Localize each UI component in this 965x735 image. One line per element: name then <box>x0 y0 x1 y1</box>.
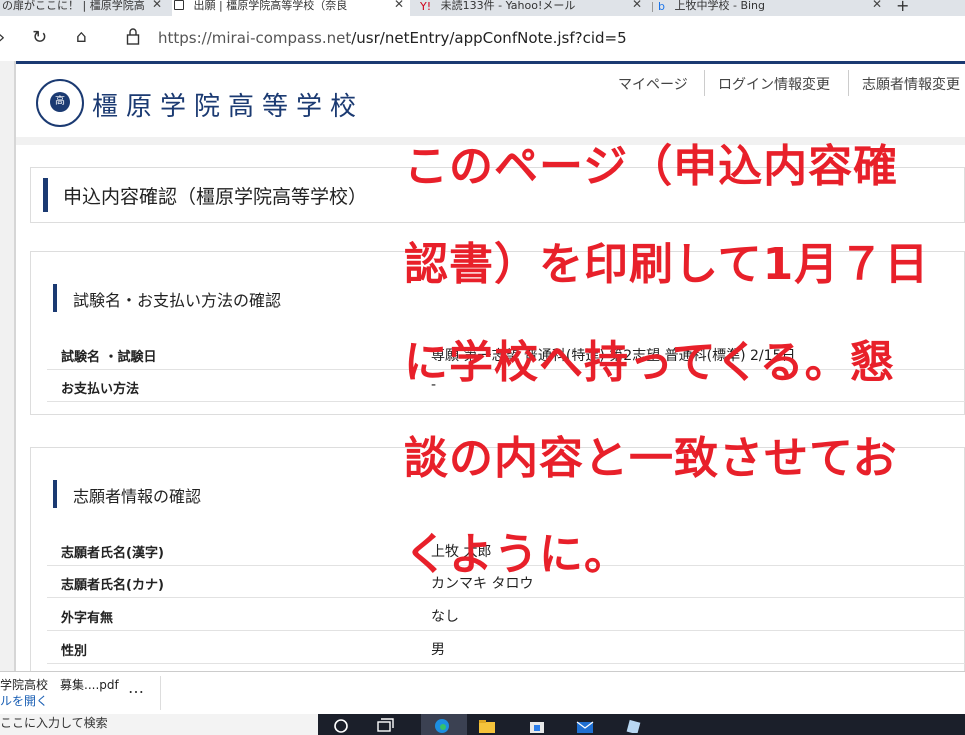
school-name: 橿原学院高等学校 <box>92 92 365 122</box>
section-title: 試験名・お支払い方法の確認 <box>73 291 282 310</box>
overlay-line: このページ（申込内容確 <box>404 141 899 192</box>
site-header: 高 橿原学院高等学校 マイページ ログイン情報変更 志願者情報変更 <box>16 61 965 137</box>
row-label: 志願者氏名(カナ) <box>61 578 164 593</box>
new-tab-button[interactable]: + <box>896 0 909 15</box>
store-icon[interactable] <box>528 716 546 733</box>
home-icon[interactable]: ⌂ <box>76 27 87 47</box>
forward-icon[interactable]: › <box>0 27 5 48</box>
url-path: /usr/netEntry/appConfNote.jsf?cid=5 <box>351 29 627 47</box>
download-open-link[interactable]: ルを開く <box>0 692 48 709</box>
school-logo[interactable]: 高 <box>36 79 84 127</box>
overlay-line: 認書）を印刷して1月７日 <box>404 239 930 290</box>
close-icon[interactable]: ✕ <box>872 0 882 10</box>
row-label: 志願者氏名(漢字) <box>61 546 164 561</box>
task-view-icon[interactable] <box>376 716 394 733</box>
file-explorer-icon[interactable] <box>478 716 496 733</box>
close-icon[interactable]: ✕ <box>394 0 404 10</box>
notes-icon[interactable] <box>624 716 642 735</box>
browser-tab[interactable]: Y! 未読133件 - Yahoo!メール ✕ <box>418 0 648 16</box>
tab-title: の扉がここに！ | 橿原学院高 <box>2 0 145 12</box>
overlay-line: くように。 <box>404 529 629 580</box>
nav-login-change[interactable]: ログイン情報変更 <box>718 74 830 94</box>
yahoo-icon: Y! <box>420 0 432 13</box>
table-row: 外字有無 なし <box>47 599 965 631</box>
nav-divider <box>848 70 849 96</box>
refresh-icon[interactable]: ↻ <box>32 27 47 48</box>
tab-title: 上牧中学校 - Bing <box>674 0 766 12</box>
tab-title: 未読133件 - Yahoo!メール <box>440 0 576 12</box>
row-label: 性別 <box>61 644 88 659</box>
row-label: お支払い方法 <box>61 382 140 397</box>
tab-title: 出願 | 橿原学院高等学校（奈良 <box>193 0 348 12</box>
nav-applicant-change[interactable]: 志願者情報変更 <box>862 74 960 94</box>
close-icon[interactable]: ✕ <box>632 0 642 10</box>
tab-divider <box>652 2 653 12</box>
nav-divider <box>704 70 705 96</box>
screen: の扉がここに！ | 橿原学院高 ✕ 出願 | 橿原学院高等学校（奈良 ✕ Y! … <box>0 0 965 735</box>
browser-tab[interactable]: b 上牧中学校 - Bing ✕ <box>656 0 888 16</box>
lock-icon <box>126 27 140 49</box>
page-icon <box>174 0 184 10</box>
download-bar: 学院高校 募集....pdf ルを開く … <box>0 671 965 714</box>
page-title: 申込内容確認（橿原学院高等学校） <box>63 186 368 208</box>
section-accent <box>53 284 57 312</box>
taskbar-search-box[interactable]: ここに入力して検索 <box>0 714 318 735</box>
url-host: https://mirai-compass.net <box>158 29 352 47</box>
url-field[interactable]: https://mirai-compass.net/usr/netEntry/a… <box>110 22 965 54</box>
overlay-line: 談の内容と一致させてお <box>404 433 898 484</box>
more-options-button[interactable]: … <box>128 678 144 697</box>
edge-browser-icon[interactable] <box>433 716 451 733</box>
tab-strip: の扉がここに！ | 橿原学院高 ✕ 出願 | 橿原学院高等学校（奈良 ✕ Y! … <box>0 0 965 16</box>
address-bar: › ↻ ⌂ https://mirai-compass.net/usr/netE… <box>0 16 965 61</box>
logo-mark: 高 <box>50 92 70 112</box>
main-content: 申込内容確認（橿原学院高等学校） 試験名・お支払い方法の確認 試験名 ・試験日 … <box>16 145 965 687</box>
title-accent <box>43 178 48 212</box>
table-row: 性別 男 <box>47 632 965 664</box>
download-file-name[interactable]: 学院高校 募集....pdf <box>0 676 119 693</box>
section-accent <box>53 480 57 508</box>
row-value: なし <box>431 609 459 625</box>
bing-icon: b <box>658 0 665 13</box>
taskbar <box>318 714 965 735</box>
url-text: https://mirai-compass.net/usr/netEntry/a… <box>158 29 627 47</box>
cortana-icon[interactable] <box>332 716 350 733</box>
browser-tab[interactable]: の扉がここに！ | 橿原学院高 ✕ <box>0 0 168 16</box>
close-icon[interactable]: ✕ <box>152 0 162 10</box>
row-label: 試験名 ・試験日 <box>61 350 157 365</box>
taskbar-search-input[interactable]: ここに入力して検索 <box>0 714 108 731</box>
row-value: 男 <box>431 642 445 658</box>
section-title: 志願者情報の確認 <box>73 487 202 506</box>
overlay-line: に学校へ持ってくる。懇 <box>404 337 895 388</box>
nav-mypage[interactable]: マイページ <box>618 74 688 94</box>
mail-icon[interactable] <box>576 716 594 733</box>
browser-tab-active[interactable]: 出願 | 橿原学院高等学校（奈良 ✕ <box>172 0 410 16</box>
download-divider <box>160 676 161 710</box>
row-label: 外字有無 <box>61 611 114 626</box>
